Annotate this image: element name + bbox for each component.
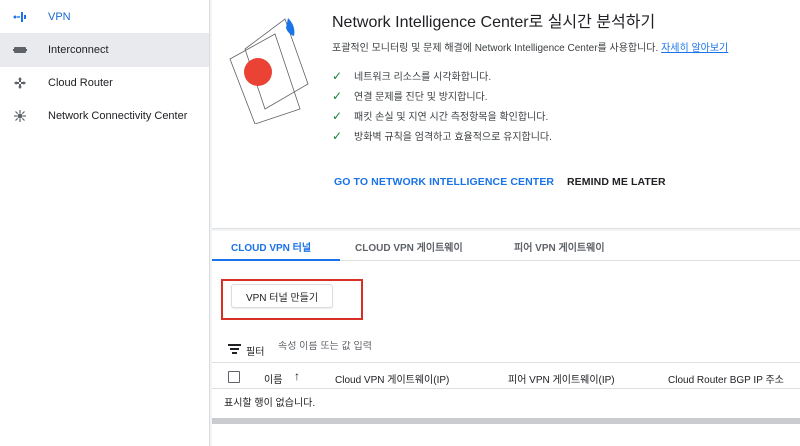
tab-bar: CLOUD VPN 터널 CLOUD VPN 게이트웨이 피어 VPN 게이트웨… <box>212 231 800 261</box>
tab-cloud-vpn-gateways[interactable]: CLOUD VPN 게이트웨이 <box>355 231 463 261</box>
active-tab-indicator <box>212 259 340 261</box>
app-root: VPN Interconnect Cloud Router Network Co… <box>0 0 800 446</box>
promo-title: Network Intelligence Center로 실시간 분석하기 <box>332 14 656 31</box>
select-all-checkbox[interactable] <box>228 371 240 383</box>
filter-icon[interactable] <box>228 344 241 354</box>
feature-item: ✓ 방화벽 규칙을 엄격하고 효율적으로 유지합니다. <box>332 128 552 144</box>
filter-label: 필터 <box>246 347 265 358</box>
content-panel: CLOUD VPN 터널 CLOUD VPN 게이트웨이 피어 VPN 게이트웨… <box>212 231 800 446</box>
vpn-icon <box>13 10 27 24</box>
network-connectivity-icon <box>13 109 27 123</box>
tab-cloud-vpn-tunnels[interactable]: CLOUD VPN 터널 <box>231 231 311 261</box>
horizontal-scrollbar[interactable] <box>212 418 800 424</box>
check-icon: ✓ <box>332 108 343 123</box>
feature-item: ✓ 연결 문제를 진단 및 방지합니다. <box>332 88 488 104</box>
column-header-name[interactable]: 이름 <box>264 371 282 386</box>
sidebar-item-label: Interconnect <box>48 44 109 56</box>
feature-item: ✓ 패킷 손실 및 지연 시간 측정항목을 확인합니다. <box>332 108 549 124</box>
filter-bar: 필터 <box>212 335 800 363</box>
sidebar-item-interconnect[interactable]: Interconnect <box>0 33 209 67</box>
sidebar-item-label: Network Connectivity Center <box>48 110 188 122</box>
network-illustration-icon <box>229 18 309 124</box>
promo-card: Network Intelligence Center로 실시간 분석하기 포괄… <box>212 0 800 229</box>
interconnect-icon <box>13 43 27 57</box>
column-header-peer-vpn-gateway[interactable]: 피어 VPN 게이트웨이(IP) <box>508 371 615 386</box>
learn-more-link[interactable]: 자세히 알아보기 <box>661 43 728 54</box>
sidebar-item-vpn[interactable]: VPN <box>0 0 209 34</box>
promo-subtitle: 포괄적인 모니터링 및 문제 해결에 Network Intelligence … <box>332 43 729 54</box>
sort-ascending-icon[interactable]: ↑ <box>294 369 300 383</box>
sidebar-item-cloud-router[interactable]: Cloud Router <box>0 66 209 100</box>
sidebar-item-label: VPN <box>48 11 71 23</box>
empty-table-message: 표시할 행이 없습니다. <box>224 398 316 409</box>
sidebar-item-label: Cloud Router <box>48 77 113 89</box>
check-icon: ✓ <box>332 68 343 83</box>
sidebar-item-network-connectivity-center[interactable]: Network Connectivity Center <box>0 99 209 133</box>
sidebar: VPN Interconnect Cloud Router Network Co… <box>0 0 210 446</box>
go-to-nic-button[interactable]: GO TO NETWORK INTELLIGENCE CENTER <box>334 176 554 188</box>
feature-item: ✓ 네트워크 리소스를 시각화합니다. <box>332 68 492 84</box>
table-header: 이름 ↑ Cloud VPN 게이트웨이(IP) 피어 VPN 게이트웨이(IP… <box>212 365 800 389</box>
remind-me-later-button[interactable]: REMIND ME LATER <box>567 176 666 188</box>
cloud-router-icon <box>13 76 27 90</box>
tab-peer-vpn-gateways[interactable]: 피어 VPN 게이트웨이 <box>514 231 605 261</box>
column-header-cloud-router-bgp-ip[interactable]: Cloud Router BGP IP 주소 <box>668 371 784 386</box>
check-icon: ✓ <box>332 128 343 143</box>
filter-input[interactable] <box>278 341 578 352</box>
create-vpn-tunnel-button[interactable]: VPN 터널 만들기 <box>231 284 333 308</box>
column-header-cloud-vpn-gateway[interactable]: Cloud VPN 게이트웨이(IP) <box>335 371 449 386</box>
check-icon: ✓ <box>332 88 343 103</box>
